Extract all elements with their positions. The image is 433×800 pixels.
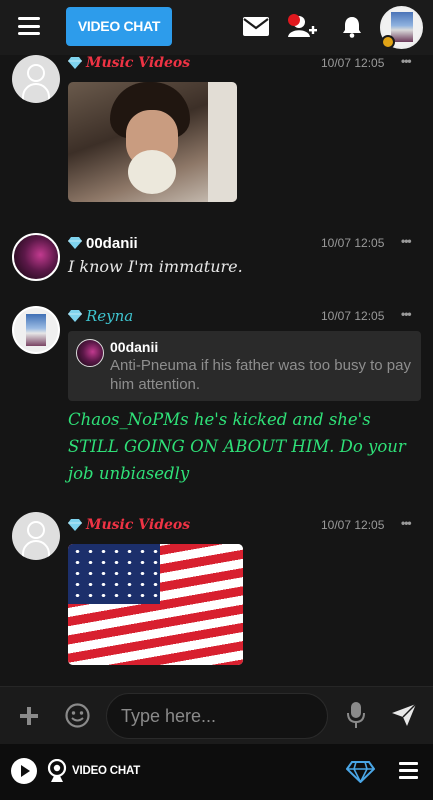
top-bar: VIDEO CHAT [0, 0, 433, 55]
username[interactable]: 00danii [86, 235, 138, 252]
avatar [76, 339, 104, 367]
message-text: I know I'm immature. [68, 257, 243, 276]
avatar[interactable] [12, 306, 60, 354]
quoted-username: 00danii [110, 339, 159, 355]
add-friend-icon[interactable] [287, 14, 317, 38]
gif-image[interactable] [68, 544, 243, 665]
message-input[interactable] [121, 694, 321, 738]
message-composer [0, 686, 433, 744]
username[interactable]: Music Videos [86, 55, 190, 71]
video-chat-link[interactable]: VIDEO CHAT [72, 765, 140, 777]
diamond-icon [68, 310, 82, 322]
bottom-bar: VIDEO CHAT [0, 744, 433, 800]
avatar[interactable] [12, 512, 60, 560]
smiley-icon[interactable] [65, 703, 90, 728]
gif-image[interactable] [68, 82, 237, 202]
message-text: Chaos_NoPMs he's kicked and she's STILL … [68, 410, 406, 483]
username[interactable]: Reyna [86, 307, 133, 325]
plus-icon[interactable] [20, 707, 38, 725]
username[interactable]: Music Videos [86, 517, 190, 533]
quoted-message[interactable]: 00danii Anti-Pneuma if his father was to… [68, 331, 421, 401]
menu-icon[interactable] [18, 17, 40, 35]
timestamp: 10/07 12:05 [321, 236, 385, 250]
timestamp: 10/07 12:05 [321, 56, 385, 70]
diamond-icon [68, 57, 82, 69]
diamond-icon[interactable] [346, 761, 375, 783]
paper-plane-icon[interactable] [392, 704, 416, 726]
envelope-icon[interactable] [243, 17, 269, 36]
menu-icon[interactable] [399, 762, 418, 783]
avatar[interactable] [12, 233, 60, 281]
timestamp: 10/07 12:05 [321, 518, 385, 532]
status-away-icon [381, 35, 395, 49]
more-options-icon[interactable]: ••• [401, 516, 412, 530]
more-options-icon[interactable]: ••• [401, 54, 412, 68]
bell-icon[interactable] [342, 16, 362, 38]
avatar[interactable] [12, 55, 60, 103]
video-chat-button[interactable]: VIDEO CHAT [66, 7, 172, 46]
message-input-container [106, 693, 328, 739]
play-icon[interactable] [11, 758, 37, 784]
diamond-icon [68, 237, 82, 249]
timestamp: 10/07 12:05 [321, 309, 385, 323]
webcam-icon[interactable] [47, 759, 67, 783]
microphone-icon[interactable] [347, 701, 365, 729]
diamond-icon [68, 519, 82, 531]
more-options-icon[interactable]: ••• [401, 234, 412, 248]
quoted-text: Anti-Pneuma if his father was too busy t… [110, 357, 411, 393]
more-options-icon[interactable]: ••• [401, 307, 412, 321]
